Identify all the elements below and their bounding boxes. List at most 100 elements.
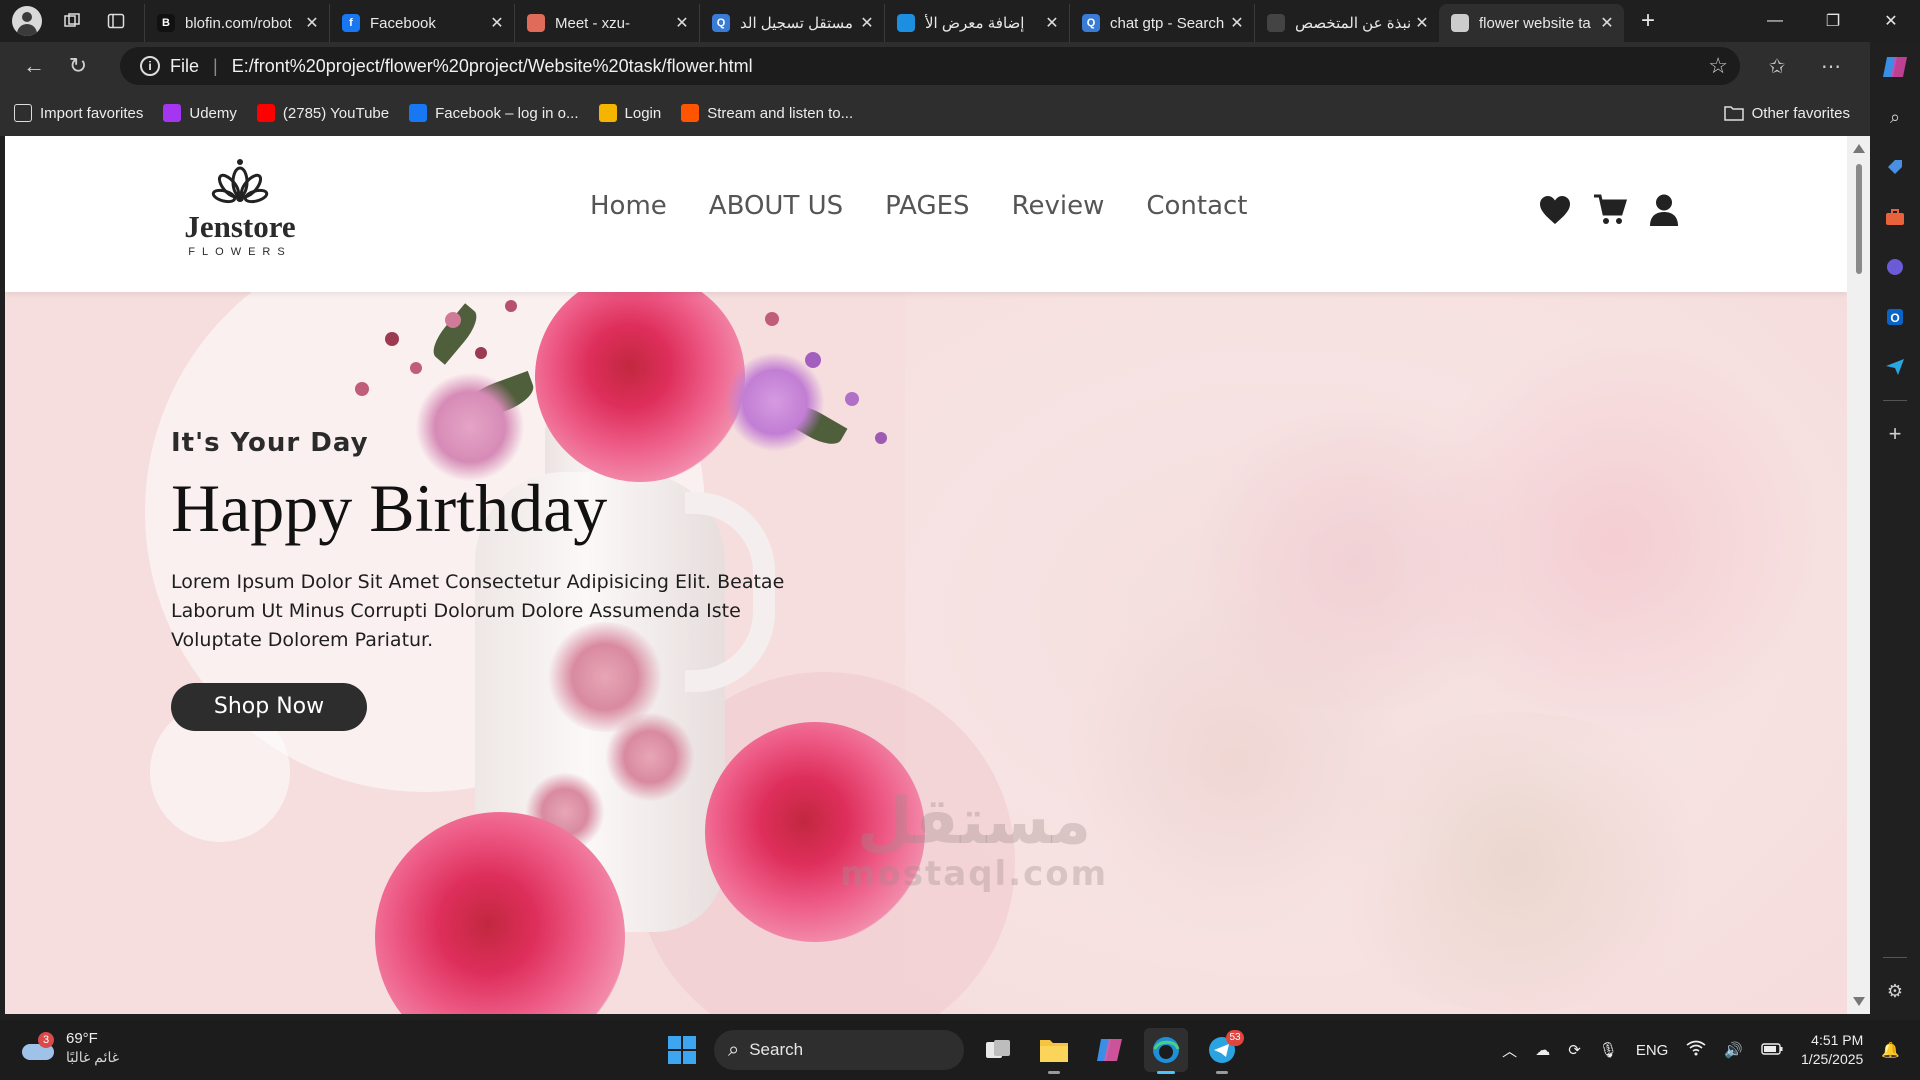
windows-start-icon[interactable] bbox=[660, 1028, 704, 1072]
nav-link-review[interactable]: Review bbox=[1012, 191, 1105, 221]
tab[interactable]: إضافة معرض الأ ✕ bbox=[884, 4, 1069, 42]
workspaces-icon[interactable] bbox=[50, 0, 94, 42]
nav-link-pages[interactable]: PAGES bbox=[885, 191, 969, 221]
clock[interactable]: 4:51 PM 1/25/2025 bbox=[1801, 1031, 1863, 1069]
add-icon[interactable]: + bbox=[1878, 417, 1912, 451]
back-icon[interactable]: ← bbox=[12, 46, 56, 86]
tab[interactable]: Bblofin.com/robot ✕ bbox=[144, 4, 329, 42]
nav-link-home[interactable]: Home bbox=[590, 191, 667, 221]
cart-icon[interactable] bbox=[1593, 194, 1628, 231]
more-options-icon[interactable]: ⋯ bbox=[1804, 46, 1858, 86]
address-separator: | bbox=[213, 55, 218, 76]
close-tab-icon[interactable]: ✕ bbox=[858, 13, 876, 33]
tab-title: Facebook bbox=[370, 14, 436, 32]
favorite-item[interactable]: Facebook – log in o... bbox=[409, 104, 579, 122]
profile-avatar[interactable] bbox=[12, 6, 42, 36]
tab[interactable]: Q مستقل تسجيل الد ✕ bbox=[699, 4, 884, 42]
refresh-icon[interactable]: ↻ bbox=[56, 46, 100, 86]
weather-widget[interactable]: 3 69°F غائم غالبًا bbox=[22, 1030, 119, 1066]
ghost-bloom bbox=[1405, 332, 1825, 752]
watermark: مستقل mostaql.com bbox=[840, 790, 1108, 894]
chevron-up-icon[interactable]: ︿ bbox=[1502, 1040, 1517, 1061]
favorites-list: Import favorites Udemy (2785) YouTube Faceb… bbox=[14, 104, 873, 122]
tab-actions-icon[interactable] bbox=[94, 0, 138, 42]
header-icons bbox=[1539, 194, 1701, 231]
volume-icon[interactable]: 🔊 bbox=[1724, 1041, 1743, 1059]
wifi-icon[interactable] bbox=[1686, 1040, 1706, 1060]
close-tab-icon[interactable]: ✕ bbox=[1043, 13, 1061, 33]
favorite-item[interactable]: Import favorites bbox=[14, 104, 143, 122]
send-icon[interactable] bbox=[1878, 350, 1912, 384]
telegram-app-icon[interactable]: 53 bbox=[1200, 1028, 1244, 1074]
language-indicator[interactable]: ENG bbox=[1636, 1042, 1669, 1059]
close-tab-icon[interactable]: ✕ bbox=[673, 13, 691, 33]
outlook-icon[interactable]: O bbox=[1878, 300, 1912, 334]
folder-icon bbox=[1723, 106, 1744, 121]
notification-bell-icon[interactable]: 🔔 bbox=[1881, 1041, 1900, 1059]
browser-tab-strip: Bblofin.com/robot ✕ f Facebook ✕ Meet - xzu- ✕… bbox=[0, 0, 1920, 42]
close-tab-icon[interactable]: ✕ bbox=[1413, 13, 1431, 33]
shop-now-button[interactable]: Shop Now bbox=[171, 683, 367, 731]
close-tab-icon[interactable]: ✕ bbox=[303, 13, 321, 33]
copilot-app-icon[interactable] bbox=[1088, 1028, 1132, 1072]
games-icon[interactable] bbox=[1878, 250, 1912, 284]
taskbar-center: ⌕ Search 53 bbox=[660, 1028, 1244, 1074]
site-info-icon[interactable]: i bbox=[140, 56, 160, 76]
tab[interactable]: Meet - xzu- ✕ bbox=[514, 4, 699, 42]
page-scrollbar[interactable] bbox=[1847, 136, 1870, 1014]
close-window-icon[interactable]: ✕ bbox=[1862, 0, 1920, 42]
search-icon[interactable]: ⌕ bbox=[1878, 100, 1912, 134]
flower-bud bbox=[505, 300, 517, 312]
site-logo[interactable]: Jenstore FLOWERS bbox=[170, 158, 310, 258]
tab-title: flower website ta bbox=[1479, 14, 1591, 32]
other-favorites[interactable]: Other favorites bbox=[1723, 90, 1850, 136]
flower-bud bbox=[410, 362, 422, 374]
heart-icon[interactable] bbox=[1539, 195, 1571, 230]
tab[interactable]: نبذة عن المتخصص ✕ bbox=[1254, 4, 1439, 42]
scroll-up-icon[interactable] bbox=[1853, 144, 1865, 153]
site-nav: Home ABOUT US PAGES Review Contact bbox=[590, 191, 1289, 221]
favorite-star-icon[interactable]: ☆ bbox=[1708, 53, 1728, 79]
close-tab-icon[interactable]: ✕ bbox=[488, 13, 506, 33]
scroll-thumb[interactable] bbox=[1856, 164, 1862, 274]
browser-toolbar: ✩ ⋯ bbox=[1750, 46, 1858, 86]
tools-icon[interactable] bbox=[1878, 200, 1912, 234]
soundcloud-icon bbox=[681, 104, 700, 122]
logo-name: Jenstore bbox=[184, 209, 296, 244]
shopping-icon[interactable] bbox=[1878, 150, 1912, 184]
edge-app-icon[interactable] bbox=[1144, 1028, 1188, 1074]
favorite-item[interactable]: Stream and listen to... bbox=[681, 104, 853, 122]
task-view-icon[interactable] bbox=[976, 1028, 1020, 1072]
tab[interactable]: f Facebook ✕ bbox=[329, 4, 514, 42]
site-header: Jenstore FLOWERS Home ABOUT US PAGES Review… bbox=[5, 136, 1847, 292]
restore-icon[interactable]: ❐ bbox=[1804, 0, 1862, 42]
address-bar[interactable]: i File | E:/front%20project/flower%20pro… bbox=[120, 47, 1740, 85]
settings-icon[interactable]: ⚙ bbox=[1878, 974, 1912, 1008]
nav-link-about-us[interactable]: ABOUT US bbox=[709, 191, 843, 221]
tab[interactable]: Qchat gtp - Search ✕ bbox=[1069, 4, 1254, 42]
edge-sidebar: ⌕ O + ⚙ bbox=[1870, 42, 1920, 1020]
favorites-icon[interactable]: ✩ bbox=[1750, 46, 1804, 86]
favorite-item[interactable]: Udemy bbox=[163, 104, 237, 122]
weather-badge: 3 bbox=[38, 1032, 54, 1048]
blofin-icon: B bbox=[157, 14, 175, 32]
minimize-icon[interactable]: — bbox=[1746, 0, 1804, 42]
onedrive-icon[interactable]: ☁ bbox=[1535, 1041, 1550, 1059]
user-icon[interactable] bbox=[1649, 194, 1679, 231]
close-tab-icon[interactable]: ✕ bbox=[1228, 13, 1246, 33]
taskbar-search[interactable]: ⌕ Search bbox=[714, 1030, 964, 1070]
copilot-icon[interactable] bbox=[1878, 50, 1912, 84]
sync-icon[interactable]: ⟳ bbox=[1568, 1041, 1581, 1059]
flower-bud bbox=[475, 347, 487, 359]
tab[interactable]: flower website ta ✕ bbox=[1439, 4, 1624, 42]
close-tab-icon[interactable]: ✕ bbox=[1598, 13, 1616, 33]
favorite-item[interactable]: Login bbox=[598, 104, 661, 122]
microphone-icon[interactable]: 🎙 bbox=[1599, 1041, 1618, 1059]
battery-icon[interactable] bbox=[1761, 1042, 1783, 1059]
url-text[interactable]: E:/front%20project/flower%20project/Webs… bbox=[232, 56, 1709, 77]
favorite-item[interactable]: (2785) YouTube bbox=[256, 104, 389, 122]
scroll-down-icon[interactable] bbox=[1853, 997, 1865, 1006]
new-tab-button[interactable]: + bbox=[1628, 2, 1668, 40]
nav-link-contact[interactable]: Contact bbox=[1146, 191, 1247, 221]
file-explorer-icon[interactable] bbox=[1032, 1028, 1076, 1074]
